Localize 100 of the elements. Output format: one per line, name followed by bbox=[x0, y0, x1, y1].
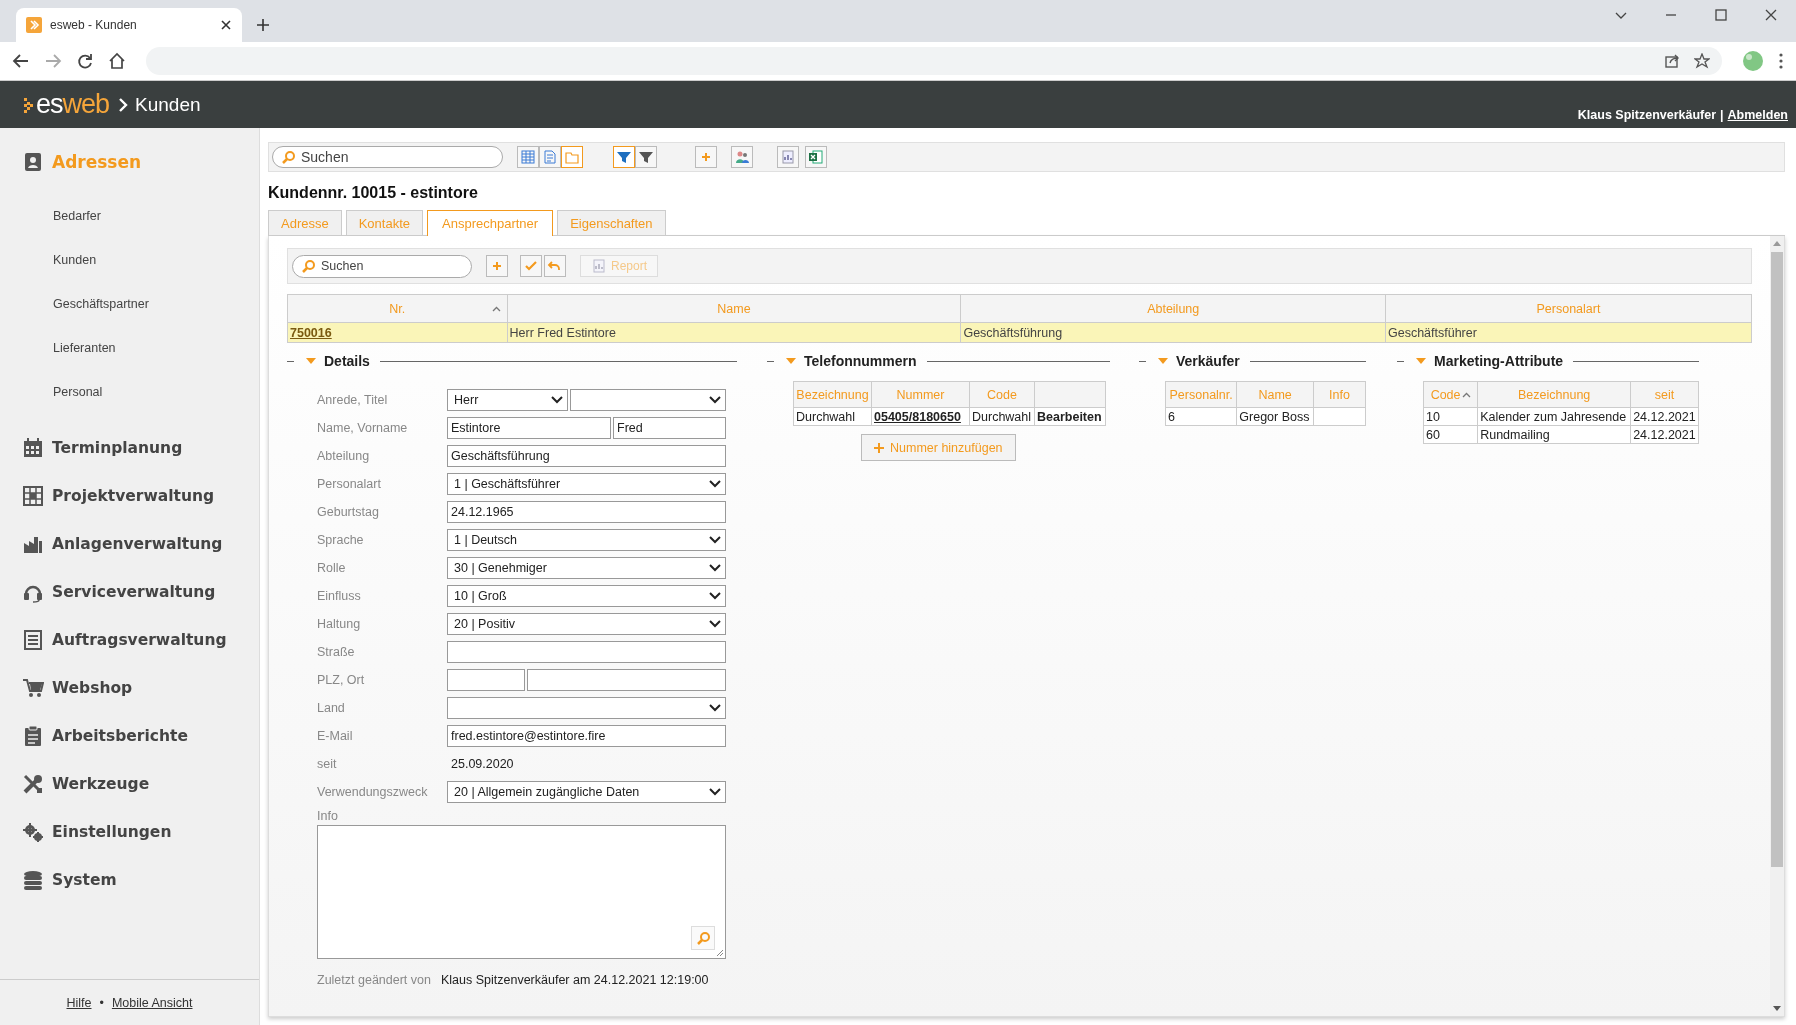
chevron-down-icon bbox=[709, 592, 721, 600]
logout-link[interactable]: Abmelden bbox=[1727, 108, 1788, 122]
scroll-up-icon bbox=[1773, 240, 1781, 246]
input-field[interactable]: Estintore bbox=[447, 417, 611, 439]
close-icon[interactable] bbox=[220, 19, 232, 31]
sidebar-item[interactable]: Webshop bbox=[0, 664, 259, 712]
reload-icon[interactable] bbox=[76, 52, 94, 70]
back-icon[interactable] bbox=[12, 52, 30, 70]
field-label: Haltung bbox=[317, 617, 362, 631]
dropdown[interactable] bbox=[570, 389, 726, 411]
dropdown[interactable]: 1 | Deutsch bbox=[447, 529, 726, 551]
triangle-icon[interactable] bbox=[1416, 358, 1426, 364]
triangle-icon[interactable] bbox=[786, 358, 796, 364]
sidebar-subitem[interactable]: Kunden bbox=[0, 238, 259, 282]
sidebar-label: Serviceverwaltung bbox=[52, 583, 216, 601]
close-icon[interactable] bbox=[1764, 8, 1778, 22]
input-field[interactable] bbox=[447, 641, 726, 663]
database-icon bbox=[22, 869, 44, 891]
cart-icon bbox=[22, 677, 44, 699]
chevron-down-icon bbox=[709, 788, 721, 796]
form-view-button[interactable] bbox=[539, 146, 561, 168]
excel-button[interactable] bbox=[805, 146, 827, 168]
save-button[interactable] bbox=[520, 255, 542, 277]
dropdown[interactable]: 10 | Groß bbox=[447, 585, 726, 607]
section-title: Details bbox=[324, 353, 370, 369]
avatar-icon[interactable] bbox=[1742, 50, 1764, 72]
help-link[interactable]: Hilfe bbox=[66, 996, 92, 1010]
sidebar-item[interactable]: Anlagenverwaltung bbox=[0, 520, 259, 568]
folder-icon bbox=[564, 149, 580, 165]
undo-button[interactable] bbox=[544, 255, 566, 277]
filter-button[interactable] bbox=[613, 146, 635, 168]
sort-up-icon bbox=[491, 305, 501, 312]
sidebar-item[interactable]: Arbeitsberichte bbox=[0, 712, 259, 760]
logo: esweb bbox=[36, 89, 110, 120]
sidebar-item[interactable]: Werkzeuge bbox=[0, 760, 259, 808]
spreadsheet-icon bbox=[808, 149, 824, 165]
record-link[interactable]: 750016 bbox=[290, 325, 332, 340]
input-field[interactable]: 24.12.1965 bbox=[447, 501, 726, 523]
clipboard-icon bbox=[22, 725, 44, 747]
table-view-button[interactable] bbox=[517, 146, 539, 168]
add-button[interactable] bbox=[486, 255, 508, 277]
field-value: 25.09.2020 bbox=[450, 756, 515, 773]
sidebar-subitem[interactable]: Bedarfer bbox=[0, 194, 259, 238]
home-icon[interactable] bbox=[108, 52, 126, 70]
dropdown[interactable] bbox=[447, 697, 726, 719]
report-icon bbox=[591, 258, 607, 274]
separator-dot: • bbox=[99, 996, 104, 1010]
add-button[interactable] bbox=[695, 146, 717, 168]
sidebar-subitem[interactable]: Lieferanten bbox=[0, 326, 259, 370]
sidebar-label: Arbeitsberichte bbox=[52, 727, 188, 745]
field-label: Abteilung bbox=[317, 449, 371, 463]
sidebar-item[interactable]: Terminplanung bbox=[0, 424, 259, 472]
triangle-icon[interactable] bbox=[306, 358, 316, 364]
input-field[interactable] bbox=[447, 669, 525, 691]
dropdown[interactable]: Herr bbox=[447, 389, 568, 411]
dropdown[interactable]: 20 | Positiv bbox=[447, 613, 726, 635]
sidebar-label: Anlagenverwaltung bbox=[52, 535, 223, 553]
scrollbar[interactable] bbox=[1770, 236, 1784, 1016]
sidebar-item[interactable]: System bbox=[0, 856, 259, 904]
dropdown[interactable]: 30 | Genehmiger bbox=[447, 557, 726, 579]
sidebar-item[interactable]: Einstellungen bbox=[0, 808, 259, 856]
filter-button[interactable] bbox=[635, 146, 657, 168]
text-area[interactable] bbox=[317, 825, 726, 959]
star-icon[interactable] bbox=[1694, 53, 1710, 69]
sidebar-item[interactable]: Serviceverwaltung bbox=[0, 568, 259, 616]
scroll-down-icon bbox=[1773, 1006, 1781, 1012]
browser-tab[interactable]: esweb - Kunden bbox=[16, 8, 242, 42]
new-tab-icon[interactable] bbox=[256, 18, 270, 32]
forward-icon[interactable] bbox=[44, 52, 62, 70]
address-card-icon bbox=[22, 151, 44, 173]
dropdown[interactable]: 1 | Geschäftsführer bbox=[447, 473, 726, 495]
menu-icon[interactable] bbox=[1778, 52, 1784, 70]
zoom-button[interactable] bbox=[691, 926, 715, 950]
sidebar-subitem[interactable]: Personal bbox=[0, 370, 259, 414]
input-field[interactable]: fred.estintore@estintore.fire bbox=[447, 725, 726, 747]
document-icon bbox=[542, 149, 558, 165]
dropdown[interactable]: 20 | Allgemein zugängliche Daten bbox=[447, 781, 726, 803]
share-icon[interactable] bbox=[1664, 53, 1680, 69]
search-field[interactable]: Suchen bbox=[292, 254, 472, 278]
input-field[interactable]: Fred bbox=[613, 417, 726, 439]
search-field[interactable]: Suchen bbox=[272, 146, 503, 168]
mobile-view-link[interactable]: Mobile Ansicht bbox=[111, 996, 193, 1010]
sidebar-label: Einstellungen bbox=[52, 823, 172, 841]
sidebar-label: Terminplanung bbox=[52, 439, 183, 457]
sidebar-item[interactable]: Auftragsverwaltung bbox=[0, 616, 259, 664]
section-title: Telefonnummern bbox=[804, 353, 917, 369]
people-button[interactable] bbox=[731, 146, 753, 168]
breadcrumb: Kunden bbox=[135, 93, 201, 116]
sidebar-subitem[interactable]: Geschäftspartner bbox=[0, 282, 259, 326]
folder-view-button[interactable] bbox=[561, 146, 583, 168]
report-button[interactable] bbox=[777, 146, 799, 168]
field-label: Info bbox=[317, 809, 339, 823]
maximize-icon[interactable] bbox=[1714, 8, 1728, 22]
triangle-icon[interactable] bbox=[1158, 358, 1168, 364]
input-field[interactable]: Geschäftsführung bbox=[447, 445, 726, 467]
people-icon bbox=[734, 149, 750, 165]
sidebar-item[interactable]: Projektverwaltung bbox=[0, 472, 259, 520]
field-label: E-Mail bbox=[317, 729, 354, 743]
search-placeholder: Suchen bbox=[321, 259, 364, 273]
input-field[interactable] bbox=[527, 669, 726, 691]
